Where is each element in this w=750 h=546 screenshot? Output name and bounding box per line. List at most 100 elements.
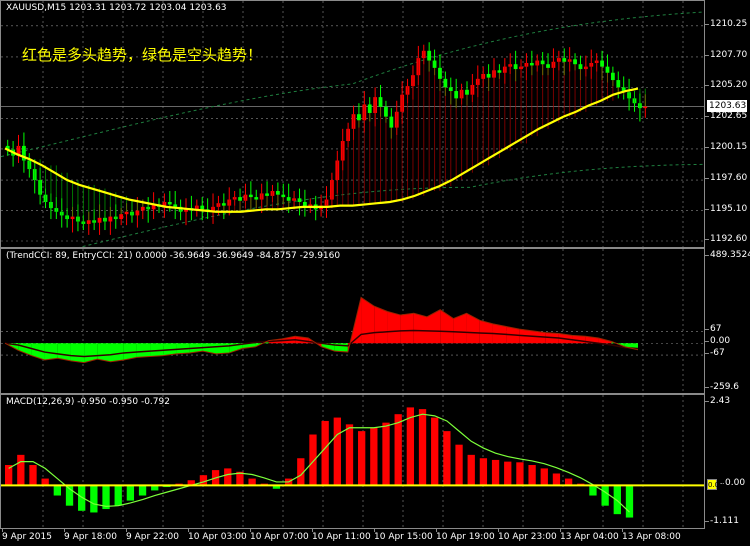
trendcci-pane[interactable]: (TrendCCI: 89, EntryCCI: 21) 0.0000 -36.… [0,248,705,394]
upper-envelope-band [1,11,704,158]
candle-body [70,216,75,220]
cci-area-segment [216,343,230,354]
candle-body [546,64,550,68]
candle-body [86,220,91,224]
macd-histogram-bar [516,462,524,486]
cci-area-segment [440,309,454,344]
time-tick-label: 10 Apr 07:00 [250,528,309,542]
macd-histogram-bar [41,478,49,486]
macd-canvas[interactable] [1,395,705,529]
macd-scale[interactable]: 2.43 0.00 -1.111 [704,394,750,529]
macd-histogram-bar [90,485,98,513]
macd-histogram-bar [394,414,402,486]
macd-histogram-bar [370,427,378,486]
candle-body [254,197,259,200]
macd-histogram-bar [625,485,634,518]
price-chart-canvas[interactable] [1,1,705,248]
candle-body [432,60,437,68]
macd-histogram-bar [138,485,147,496]
candle-body [281,194,286,198]
macd-pane[interactable]: MACD(12,26,9) -0.950 -0.950 -0.792 [0,394,705,529]
macd-histogram-bar [126,485,135,501]
cci-area-segment [413,313,427,344]
macd-histogram-bar [199,475,208,486]
cci-area-segment [361,297,375,344]
macd-histogram-bar [528,465,536,486]
candle-body [610,72,615,81]
time-tick-label: 10 Apr 11:00 [312,528,371,542]
macd-histogram-bar [564,478,573,486]
candle-body [465,89,469,95]
cci-tick-label: -67 [705,348,725,359]
macd-histogram-bar [540,468,548,486]
terminal-chart-window: XAUUSD,M15 1203.31 1203.72 1203.04 1203.… [0,0,750,546]
current-price-tag: 1203.63 [707,99,747,112]
time-tick-label: 9 Apr 2015 [2,528,52,542]
macd-histogram-bar [358,431,366,486]
candle-body [135,210,140,216]
trendcci-scale[interactable]: 489.3524 67 0.00 -67 -259.6 [704,248,750,394]
cci-area-segment [400,313,414,344]
macd-histogram-bar [309,434,317,486]
macd-histogram-bar [53,485,61,496]
macd-zero-tag: 0.00 [707,479,724,491]
macd-tick-label: 2.43 [704,396,731,406]
price-tick-label: 1195.10 [704,203,748,214]
macd-tick-label: -1.111 [704,516,740,526]
candle-body [573,59,577,65]
cci-tick-label: 489.3524 [705,250,750,260]
price-tick-label: 1192.60 [704,234,748,244]
trendcci-canvas[interactable] [1,249,705,394]
macd-histogram-bar [224,468,232,486]
price-tick-label: 1207.70 [704,49,748,60]
macd-histogram-bar [345,424,354,486]
candle-body [448,87,453,92]
candle-body [389,116,394,128]
candle-body [616,80,621,88]
candle-body [200,205,205,210]
macd-histogram-bar [431,417,439,486]
macd-pane-title: MACD(12,26,9) -0.950 -0.950 -0.792 [6,397,170,407]
time-tick-label: 13 Apr 08:00 [622,528,681,542]
candle-body [124,211,129,215]
macd-histogram-bar [552,473,561,486]
candle-body [443,78,448,88]
candle-body [221,203,226,206]
candle-body [562,58,567,62]
candle-body [497,70,502,73]
time-tick-label: 13 Apr 04:00 [560,528,619,542]
macd-histogram-bar [114,485,122,506]
candle-body [108,216,113,222]
cci-area-segment [136,343,151,358]
macd-signal-line [8,413,630,513]
candle-body [167,201,172,205]
cci-tick-label: -259.6 [704,382,740,392]
cci-area-segment [427,309,441,344]
candle-body [438,67,442,79]
candle-body [140,206,145,211]
trendcci-pane-title: (TrendCCI: 89, EntryCCI: 21) 0.0000 -36.… [6,251,341,261]
cci-area-segment [70,343,85,363]
candle-body [173,204,178,207]
price-scale[interactable]: 1210.25 1207.70 1205.20 1202.65 1200.15 1197.… [704,0,750,248]
price-tick-label: 1200.15 [704,141,748,152]
candle-body [454,91,459,99]
macd-histogram-bar [17,454,25,486]
macd-histogram-bar [29,465,37,486]
cci-area-segment [374,306,388,344]
candle-body [600,60,604,67]
macd-histogram-bar [479,458,488,486]
price-tick-label: 1197.60 [704,173,748,184]
candle-body [286,197,291,201]
time-axis[interactable]: 9 Apr 2015 9 Apr 18:00 9 Apr 22:00 10 Apr 0… [0,528,705,546]
macd-histogram-bar [248,478,256,486]
candle-body [540,60,545,65]
candle-body [238,197,242,201]
candle-body [357,114,361,121]
price-chart-pane[interactable]: XAUUSD,M15 1203.31 1203.72 1203.04 1203.… [0,0,705,248]
candle-body [529,62,534,66]
candle-body [486,73,491,78]
cci-tick-label: 67 [704,324,722,335]
cci-tick-label: 0.00 [704,336,731,347]
price-tick-label: 1210.25 [704,18,748,29]
